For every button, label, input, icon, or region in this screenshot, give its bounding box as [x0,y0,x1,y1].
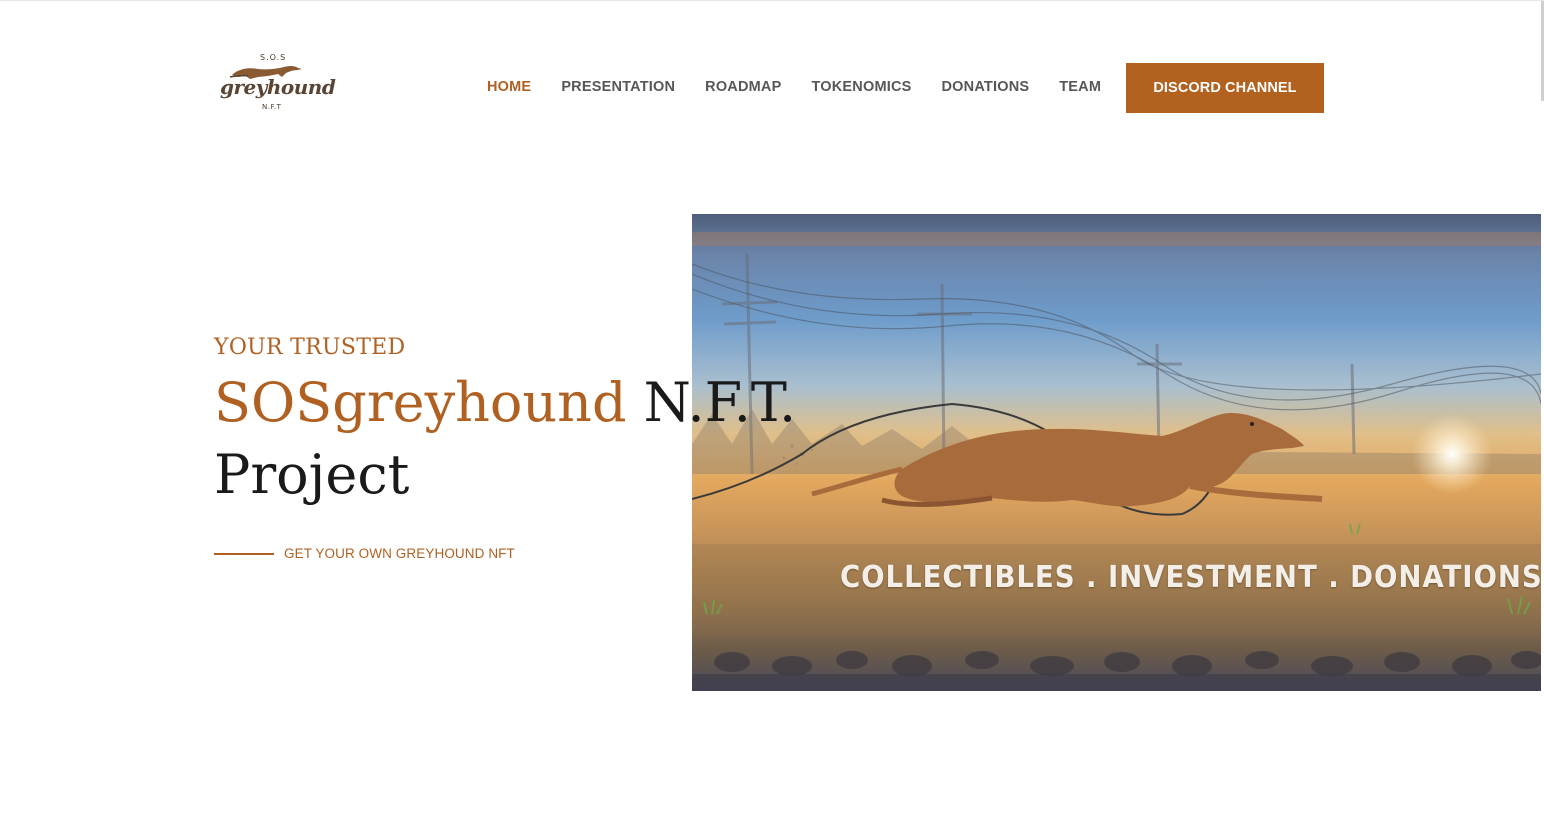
page: S.O.S greyhound N.F.T HOME PRESENTATION … [0,0,1544,835]
site-logo[interactable]: S.O.S greyhound N.F.T [218,53,336,115]
nav-item-donations[interactable]: DONATIONS [942,77,1030,97]
hero-eyebrow: YOUR TRUSTED [214,335,406,360]
nav-item-team[interactable]: TEAM [1059,77,1101,97]
get-greyhound-nft-link[interactable]: GET YOUR OWN GREYHOUND NFT [214,546,515,561]
main-nav: HOME PRESENTATION ROADMAP TOKENOMICS DON… [487,77,1131,97]
cta-link-label: GET YOUR OWN GREYHOUND NFT [284,546,515,561]
hero-image-caption: COLLECTIBLES . INVESTMENT . DONATIONS [840,560,1541,595]
nav-item-tokenomics[interactable]: TOKENOMICS [811,77,911,97]
nav-item-roadmap[interactable]: ROADMAP [705,77,781,97]
discord-channel-button[interactable]: DISCORD CHANNEL [1126,63,1324,113]
hero-headline-accent: SOSgreyhound [214,371,627,434]
nav-item-home[interactable]: HOME [487,77,531,97]
logo-bottom-text: N.F.T [262,103,282,111]
logo-wordmark: greyhound [220,75,336,99]
nav-item-presentation[interactable]: PRESENTATION [561,77,675,97]
cta-underline-decoration [214,552,274,555]
hero-headline: SOSgreyhound N.F.T. Project [214,367,834,511]
